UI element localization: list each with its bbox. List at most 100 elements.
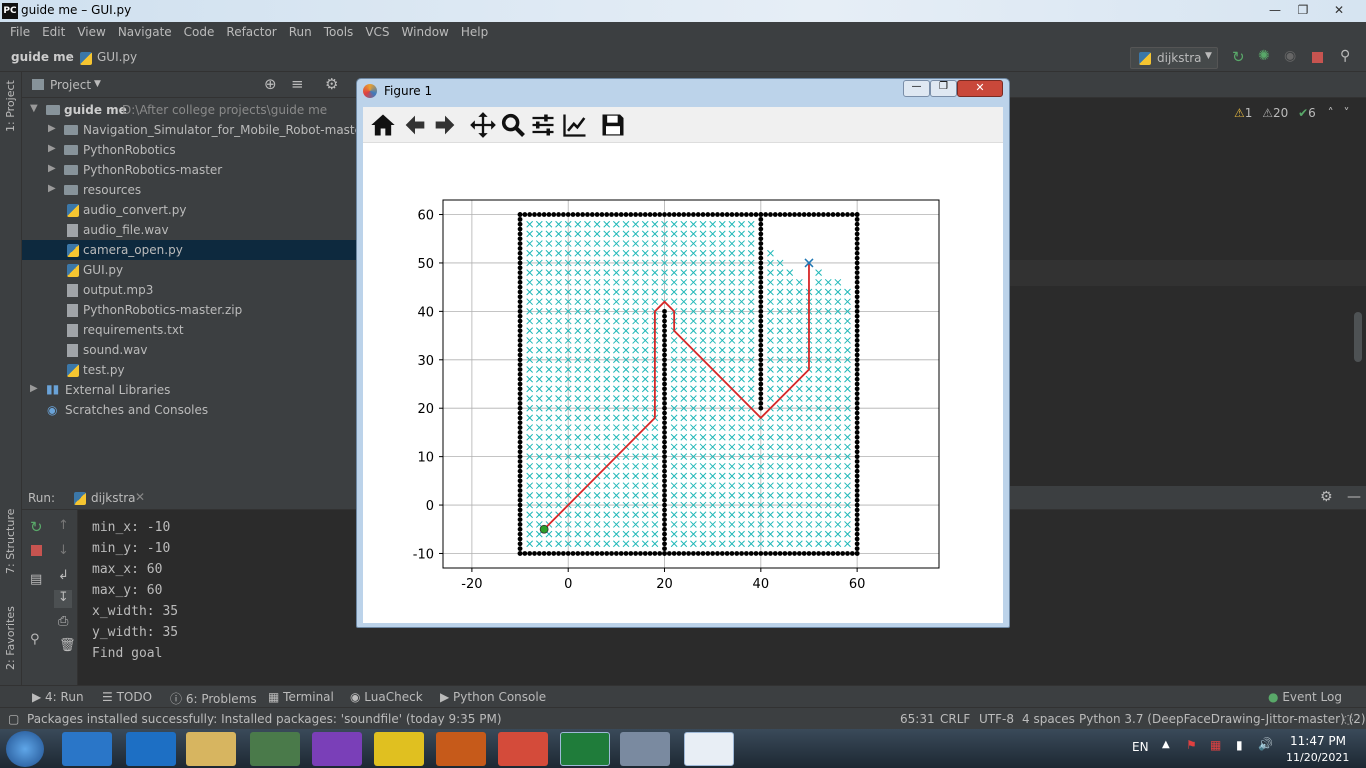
event-log-button[interactable]: ● Event Log	[1268, 690, 1342, 704]
pin-icon[interactable]: ⚲	[30, 632, 40, 647]
arrow-down-icon[interactable]: ↓	[58, 543, 69, 558]
chevron-up-icon[interactable]: ˄	[1328, 106, 1334, 120]
search-everywhere-icon[interactable]: ⚲	[1340, 48, 1350, 64]
edit-axis-icon[interactable]	[561, 111, 589, 139]
close-button[interactable]: ✕	[1326, 2, 1352, 18]
tree-external-libraries[interactable]: ▶ ▮▮ External Libraries	[22, 380, 358, 400]
gear-icon[interactable]: ⚙	[325, 75, 338, 93]
tree-item-camera-open-py[interactable]: camera_open.py	[22, 240, 358, 260]
save-floppy-icon[interactable]	[599, 111, 627, 139]
stop-icon[interactable]	[1312, 52, 1323, 63]
tab-luacheck[interactable]: ◉ LuaCheck	[350, 690, 423, 704]
menu-file[interactable]: File	[4, 22, 36, 44]
language-indicator[interactable]: EN	[1132, 740, 1149, 754]
menu-tools[interactable]: Tools	[318, 22, 360, 44]
zoom-magnifier-icon[interactable]	[499, 111, 527, 139]
tab-problems[interactable]: ⓘ 6: Problems	[170, 690, 257, 707]
menu-refactor[interactable]: Refactor	[220, 22, 282, 44]
hide-panel-icon[interactable]: —	[1347, 489, 1361, 505]
figure-canvas[interactable]: -20 0 20 40 60 -10 0 10 20 30 40 50 60	[363, 143, 1003, 623]
print-icon[interactable]: ⎙	[58, 614, 68, 629]
tree-item-output-mp3[interactable]: output.mp3	[22, 280, 358, 300]
tab-python-console[interactable]: ▶ Python Console	[440, 690, 546, 704]
media-player-icon[interactable]	[62, 732, 112, 766]
debug-bug-icon[interactable]: ✺	[1258, 48, 1270, 64]
tree-item-pythonrobotics[interactable]: ▶ PythonRobotics	[22, 140, 358, 160]
inspection-widget[interactable]: ⚠1 ⚠20 ✔6 ˄ ˅	[1234, 106, 1349, 120]
tree-item-gui-py[interactable]: GUI.py	[22, 260, 358, 280]
structure-side-tab[interactable]: 7: Structure	[4, 509, 17, 574]
chrome-icon[interactable]	[498, 732, 548, 766]
layout-icon[interactable]: ▤	[30, 572, 42, 587]
matlab-icon[interactable]	[436, 732, 486, 766]
paint-icon[interactable]	[620, 732, 670, 766]
trash-icon[interactable]: 🗑	[59, 638, 76, 653]
task-manager-icon[interactable]	[250, 732, 300, 766]
file-explorer-icon[interactable]	[186, 732, 236, 766]
tab-terminal[interactable]: ▦ Terminal	[268, 690, 334, 704]
status-indent[interactable]: 4 spaces	[1022, 712, 1075, 726]
menu-code[interactable]: Code	[178, 22, 221, 44]
tree-item-audio-file-wav[interactable]: audio_file.wav	[22, 220, 358, 240]
profile-icon[interactable]: ◉	[1284, 48, 1296, 64]
run-config-select[interactable]: dijkstra ▼	[1130, 47, 1218, 69]
home-icon[interactable]	[369, 111, 397, 139]
start-button[interactable]	[6, 731, 44, 767]
arrow-up-icon[interactable]: ↑	[58, 518, 69, 533]
internet-explorer-icon[interactable]	[126, 732, 176, 766]
figure-maximize-button[interactable]: ❐	[930, 80, 957, 97]
player-icon[interactable]	[374, 732, 424, 766]
favorites-side-tab[interactable]: 2: Favorites	[4, 606, 17, 670]
breadcrumb-project[interactable]: guide me	[11, 50, 74, 64]
tree-item-test-py[interactable]: test.py	[22, 360, 358, 380]
clock-date[interactable]: 11/20/2021	[1286, 751, 1349, 764]
chevron-down-icon[interactable]: ˅	[1343, 106, 1349, 120]
status-position[interactable]: 65:31	[900, 712, 935, 726]
menu-edit[interactable]: Edit	[36, 22, 71, 44]
status-encoding[interactable]: UTF-8	[979, 712, 1014, 726]
collapse-all-icon[interactable]: ≡	[291, 75, 304, 93]
menu-window[interactable]: Window	[396, 22, 455, 44]
stop-icon[interactable]	[31, 545, 42, 556]
tab-run[interactable]: ▶ 4: Run	[32, 690, 84, 704]
device-icon[interactable]: ▦	[1210, 738, 1221, 752]
run-tab-dijkstra[interactable]: dijkstra	[91, 491, 135, 505]
tree-item-resources[interactable]: ▶ resources	[22, 180, 358, 200]
editor-scrollbar[interactable]	[1354, 312, 1362, 362]
tree-root[interactable]: ▼ guide me D:\After college projects\gui…	[22, 100, 358, 120]
status-message[interactable]: Packages installed successfully: Install…	[27, 712, 502, 726]
tree-item-navigation-simulator-for-mobile-robot-master[interactable]: ▶ Navigation_Simulator_for_Mobile_Robot-m…	[22, 120, 367, 140]
tree-scratches[interactable]: ◉ Scratches and Consoles	[22, 400, 358, 420]
status-interpreter[interactable]: Python 3.7 (DeepFaceDrawing-Jittor-maste…	[1079, 712, 1366, 726]
menu-help[interactable]: Help	[455, 22, 494, 44]
back-arrow-icon[interactable]	[401, 111, 429, 139]
minimize-button[interactable]: —	[1262, 2, 1288, 18]
maximize-button[interactable]: ❐	[1290, 2, 1316, 18]
menu-run[interactable]: Run	[283, 22, 318, 44]
project-side-tab[interactable]: 1: Project	[4, 80, 17, 132]
rerun-icon[interactable]: ↻	[1232, 48, 1245, 66]
status-line-separator[interactable]: CRLF	[940, 712, 970, 726]
tree-item-pythonrobotics-master-zip[interactable]: PythonRobotics-master.zip	[22, 300, 358, 320]
status-layout-icon[interactable]: ▢	[8, 712, 19, 726]
pan-move-icon[interactable]	[469, 111, 497, 139]
soft-wrap-icon[interactable]: ↲	[58, 568, 69, 583]
tree-item-audio-convert-py[interactable]: audio_convert.py	[22, 200, 358, 220]
pycharm-taskbar-icon[interactable]	[560, 732, 610, 766]
project-panel-title[interactable]: Project	[50, 78, 91, 92]
forward-arrow-icon[interactable]	[431, 111, 459, 139]
locate-icon[interactable]: ⊕	[264, 75, 277, 93]
figure-close-button[interactable]: ✕	[957, 80, 1003, 97]
close-tab-icon[interactable]: ✕	[135, 490, 145, 504]
tree-item-sound-wav[interactable]: sound.wav	[22, 340, 358, 360]
tree-item-pythonrobotics-master[interactable]: ▶ PythonRobotics-master	[22, 160, 358, 180]
lock-icon[interactable]: ◌	[1343, 712, 1353, 726]
menu-vcs[interactable]: VCS	[359, 22, 395, 44]
figure-minimize-button[interactable]: —	[903, 80, 930, 97]
menu-view[interactable]: View	[71, 22, 111, 44]
network-icon[interactable]: ▮	[1236, 738, 1243, 752]
rerun-icon[interactable]: ↻	[30, 518, 43, 536]
flag-icon[interactable]: ⚑	[1186, 738, 1197, 752]
chevron-down-icon[interactable]: ▼	[94, 79, 101, 89]
matplotlib-figure-taskbar-icon[interactable]	[684, 732, 734, 766]
